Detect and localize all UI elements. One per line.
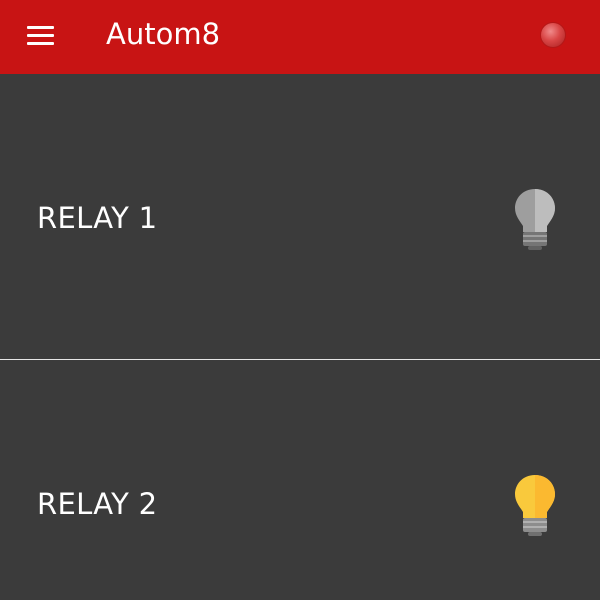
lightbulb-off-icon[interactable] xyxy=(510,186,560,252)
relay-2-label: RELAY 2 xyxy=(37,487,158,521)
connection-status-indicator[interactable] xyxy=(541,23,565,47)
app-bar: Autom8 xyxy=(0,0,600,74)
app-title: Autom8 xyxy=(106,17,221,51)
relay-1-card[interactable]: RELAY 1 xyxy=(0,74,600,359)
relay-2-card[interactable]: RELAY 2 xyxy=(0,360,600,600)
relay-1-label: RELAY 1 xyxy=(37,201,158,235)
menu-button[interactable] xyxy=(20,20,60,50)
lightbulb-on-icon[interactable] xyxy=(510,472,560,538)
